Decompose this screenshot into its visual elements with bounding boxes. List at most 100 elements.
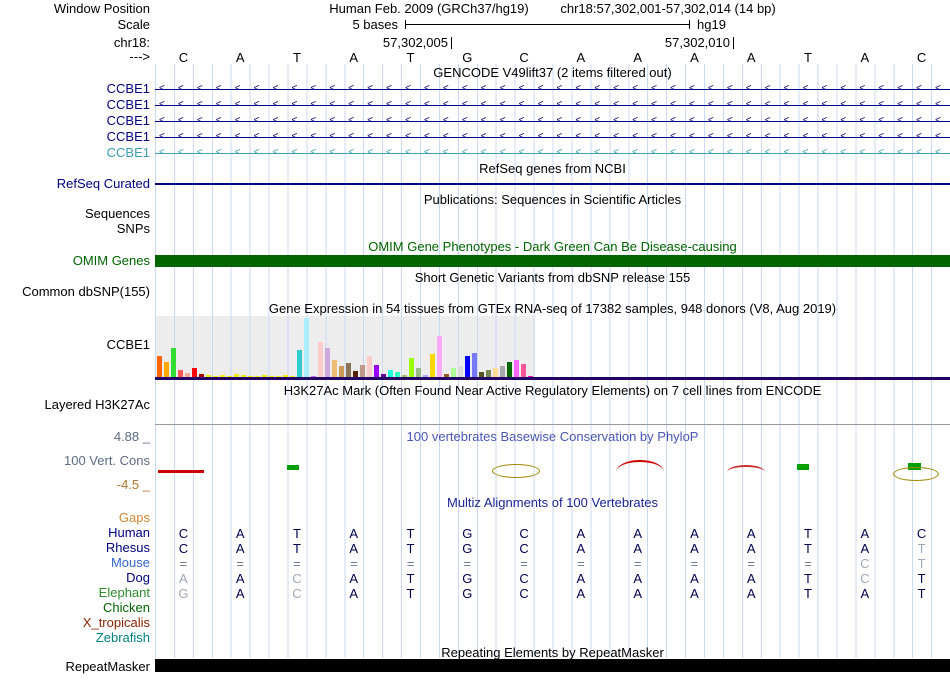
- strand-arrow: <: [329, 131, 336, 142]
- multiz-base: T: [804, 526, 812, 541]
- refseq-gene-line[interactable]: [155, 183, 950, 185]
- multiz-species-label-x_tropicalis[interactable]: X_tropicalis: [0, 616, 150, 630]
- track-label-100-vert-cons[interactable]: 100 Vert. Cons: [0, 454, 150, 468]
- multiz-base: T: [917, 586, 926, 601]
- multiz-species-label-zebrafish[interactable]: Zebrafish: [0, 631, 150, 645]
- multiz-base: T: [917, 541, 926, 556]
- track-label-snps[interactable]: SNPs: [0, 222, 150, 236]
- strand-arrow: <: [707, 115, 714, 126]
- strand-arrow: <: [518, 99, 525, 110]
- gene-model-row[interactable]: < < < < < < < < < < < < < < < < < < < < < < < < < < < < < < < < < < < < < < < <…: [155, 82, 950, 96]
- gtex-expression-bar: [507, 362, 512, 378]
- multiz-base: C: [519, 541, 529, 556]
- strand-arrow: <: [310, 131, 317, 142]
- strand-arrow: <: [461, 147, 468, 158]
- h3k27ac-baseline: [155, 424, 950, 425]
- track-label-h3k27ac[interactable]: Layered H3K27Ac: [0, 398, 150, 412]
- strand-arrow: <: [916, 83, 922, 94]
- gene-model-row[interactable]: < < < < < < < < < < < < < < < < < < < < < < < < < < < < < < < < < < < < < < < <…: [155, 98, 950, 112]
- strand-arrow: <: [499, 115, 506, 126]
- track-label-omim-genes[interactable]: OMIM Genes: [0, 254, 150, 268]
- strand-arrow: <: [518, 115, 525, 126]
- multiz-species-label-dog[interactable]: Dog: [0, 571, 150, 585]
- strand-arrow: <: [177, 83, 184, 94]
- strand-arrow: <: [935, 99, 941, 110]
- gene-label-ccbe1-5[interactable]: CCBE1: [0, 146, 150, 160]
- strand-arrow: <: [651, 131, 657, 142]
- track-label-repeatmasker[interactable]: RepeatMasker: [0, 660, 150, 674]
- coordinate-label-left: 57,302,005: [382, 35, 448, 50]
- strand-arrow: <: [594, 99, 601, 110]
- gtex-bar-chart[interactable]: [157, 316, 537, 378]
- strand-arrow: <: [783, 115, 790, 126]
- multiz-base: A: [633, 526, 642, 541]
- multiz-base: A: [746, 586, 756, 601]
- track-label-common-dbsnp[interactable]: Common dbSNP(155): [0, 285, 150, 299]
- strand-arrow: <: [840, 131, 847, 142]
- strand-arrow: <: [935, 147, 941, 158]
- multiz-base: A: [746, 571, 756, 586]
- strand-arrow: <: [499, 147, 506, 158]
- multiz-base: T: [917, 571, 926, 586]
- track-label-refseq-curated[interactable]: RefSeq Curated: [0, 177, 150, 191]
- ruler-base: A: [576, 50, 586, 65]
- multiz-species-label-mouse[interactable]: Mouse: [0, 556, 150, 570]
- strand-arrow: <: [215, 147, 222, 158]
- gene-label-ccbe1-4[interactable]: CCBE1: [0, 130, 150, 144]
- multiz-base: A: [860, 526, 870, 541]
- strand-arrow: <: [480, 147, 487, 158]
- strand-arrow: <: [461, 131, 468, 142]
- multiz-species-label-human[interactable]: Human: [0, 526, 150, 540]
- multiz-base: T: [804, 571, 812, 586]
- multiz-base: C: [178, 526, 189, 541]
- omim-gene-bar[interactable]: [155, 255, 950, 267]
- gene-model-row[interactable]: < < < < < < < < < < < < < < < < < < < < < < < < < < < < < < < < < < < < < < < <…: [155, 130, 950, 144]
- ruler-base: T: [406, 50, 415, 65]
- gtex-expression-bar: [325, 348, 330, 378]
- strand-arrow: <: [707, 99, 714, 110]
- multiz-base: =: [520, 556, 528, 571]
- multiz-species-label-rhesus[interactable]: Rhesus: [0, 541, 150, 555]
- strand-arrow: <: [367, 131, 374, 142]
- multiz-base: A: [690, 571, 699, 586]
- multiz-species-label-chicken[interactable]: Chicken: [0, 601, 150, 615]
- strand-arrow: <: [348, 83, 355, 94]
- strand-arrow: <: [518, 131, 525, 142]
- strand-arrow: <: [537, 83, 544, 94]
- strand-arrow: <: [291, 99, 298, 110]
- strand-arrow: <: [821, 83, 828, 94]
- multiz-base: =: [747, 556, 756, 571]
- gene-model-row[interactable]: < < < < < < < < < < < < < < < < < < < < < < < < < < < < < < < < < < < < < < < <…: [155, 114, 950, 128]
- strand-arrow: <: [291, 147, 298, 158]
- multiz-base: =: [463, 556, 472, 571]
- multiz-species-label-elephant[interactable]: Elephant: [0, 586, 150, 600]
- strand-arrow: <: [272, 83, 279, 94]
- strand-arrow: <: [272, 147, 279, 158]
- gene-model-row[interactable]: < < < < < < < < < < < < < < < < < < < < < < < < < < < < < < < < < < < < < < < <…: [155, 146, 950, 160]
- strand-arrow: <: [196, 115, 203, 126]
- multiz-species-label-gaps[interactable]: Gaps: [0, 511, 150, 525]
- multiz-base: G: [462, 586, 473, 601]
- strand-arrow: <: [442, 115, 449, 126]
- repeatmasker-bar[interactable]: [155, 659, 950, 672]
- strand-arrow: <: [859, 131, 866, 142]
- strand-arrow: <: [461, 83, 468, 94]
- coordinate-tick-right: [733, 37, 734, 49]
- gene-label-ccbe1-1[interactable]: CCBE1: [0, 82, 150, 96]
- strand-arrow: <: [745, 131, 752, 142]
- track-label-sequences[interactable]: Sequences: [0, 207, 150, 221]
- strand-arrow: <: [159, 115, 165, 126]
- gtex-expression-bar: [332, 360, 337, 378]
- strand-arrow: <: [367, 115, 374, 126]
- multiz-base: C: [519, 586, 529, 601]
- gene-label-ccbe1-2[interactable]: CCBE1: [0, 98, 150, 112]
- ruler-base: C: [519, 50, 529, 65]
- multiz-base: =: [179, 556, 188, 571]
- strand-arrow: <: [689, 115, 695, 126]
- gene-label-ccbe1-3[interactable]: CCBE1: [0, 114, 150, 128]
- strand-arrow: <: [272, 115, 279, 126]
- track-label-gtex-gene[interactable]: CCBE1: [0, 338, 150, 352]
- strand-arrow: <: [537, 115, 544, 126]
- coordinate-label-right: 57,302,010: [664, 35, 730, 50]
- multiz-base: =: [577, 556, 585, 571]
